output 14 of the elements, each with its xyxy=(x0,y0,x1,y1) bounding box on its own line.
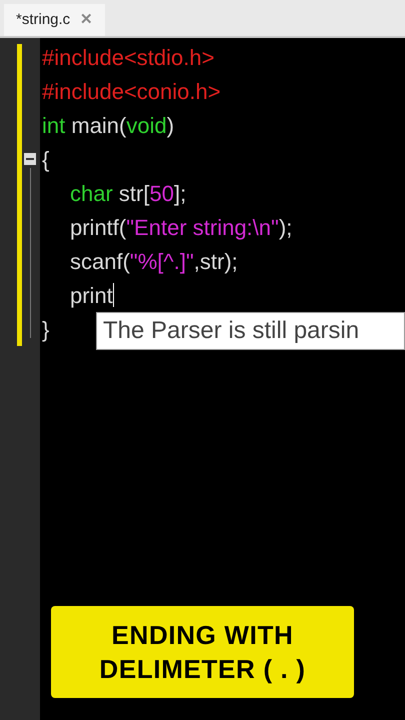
caption-text: ENDING WITH DELIMETER ( . ) xyxy=(98,619,307,686)
code-line: printf("Enter string:\n"); xyxy=(69,214,292,242)
code-line: char str[50]; xyxy=(69,180,186,208)
code-line: #include<stdio.h> xyxy=(41,44,214,72)
code-line: scanf("%[^.]",str); xyxy=(69,248,238,276)
code-line: { xyxy=(41,146,50,174)
code-line: #include<conio.h> xyxy=(41,78,221,106)
file-tab[interactable]: *string.c ✕ xyxy=(4,4,106,36)
tab-label: *string.c xyxy=(16,10,70,30)
tooltip-text: The Parser is still parsin xyxy=(103,316,360,346)
code-line: int main(void) xyxy=(41,112,174,140)
code-line: print xyxy=(69,282,114,310)
fold-icon[interactable] xyxy=(24,153,36,165)
code-line: } xyxy=(41,316,50,344)
